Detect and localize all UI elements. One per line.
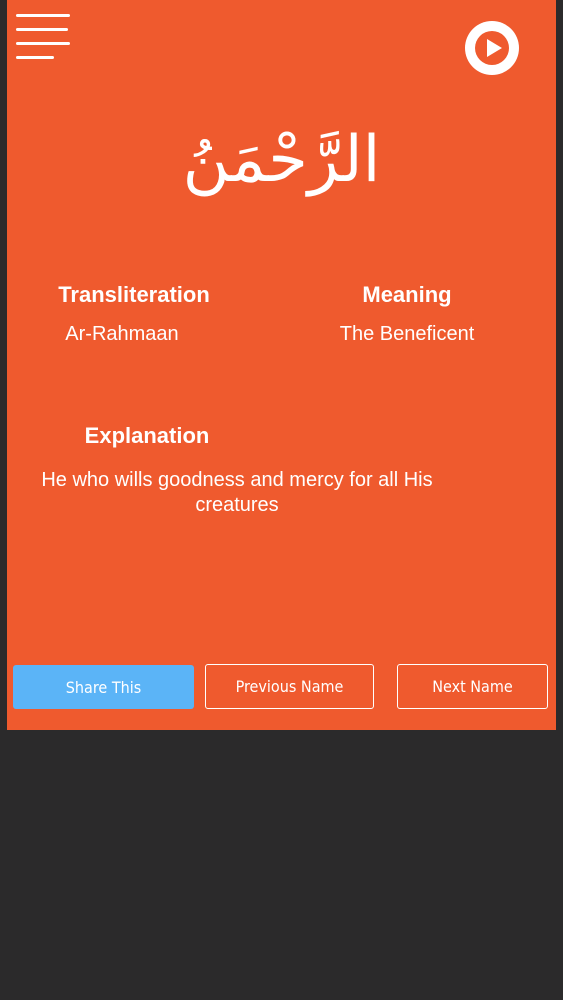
menu-line: [16, 56, 54, 59]
share-button[interactable]: Share This: [13, 665, 194, 709]
previous-name-button[interactable]: Previous Name: [205, 664, 374, 709]
name-card: الرَّحْمَنُ Transliteration Ar-Rahmaan M…: [7, 0, 556, 730]
transliteration-label: Transliteration: [58, 282, 210, 307]
menu-line: [16, 14, 70, 17]
meaning-label: Meaning: [362, 282, 452, 307]
explanation-value: He who wills goodness and mercy for all …: [41, 469, 433, 516]
play-icon: [475, 31, 509, 65]
transliteration-value: Ar-Rahmaan: [65, 323, 179, 345]
next-name-button[interactable]: Next Name: [397, 664, 548, 709]
meaning-value: The Beneficent: [339, 323, 475, 345]
play-button[interactable]: [465, 21, 519, 75]
arabic-name: الرَّحْمَنُ: [182, 123, 381, 197]
menu-icon[interactable]: [16, 14, 76, 62]
menu-line: [16, 28, 68, 31]
menu-line: [16, 42, 70, 45]
explanation-label: Explanation: [84, 423, 210, 448]
